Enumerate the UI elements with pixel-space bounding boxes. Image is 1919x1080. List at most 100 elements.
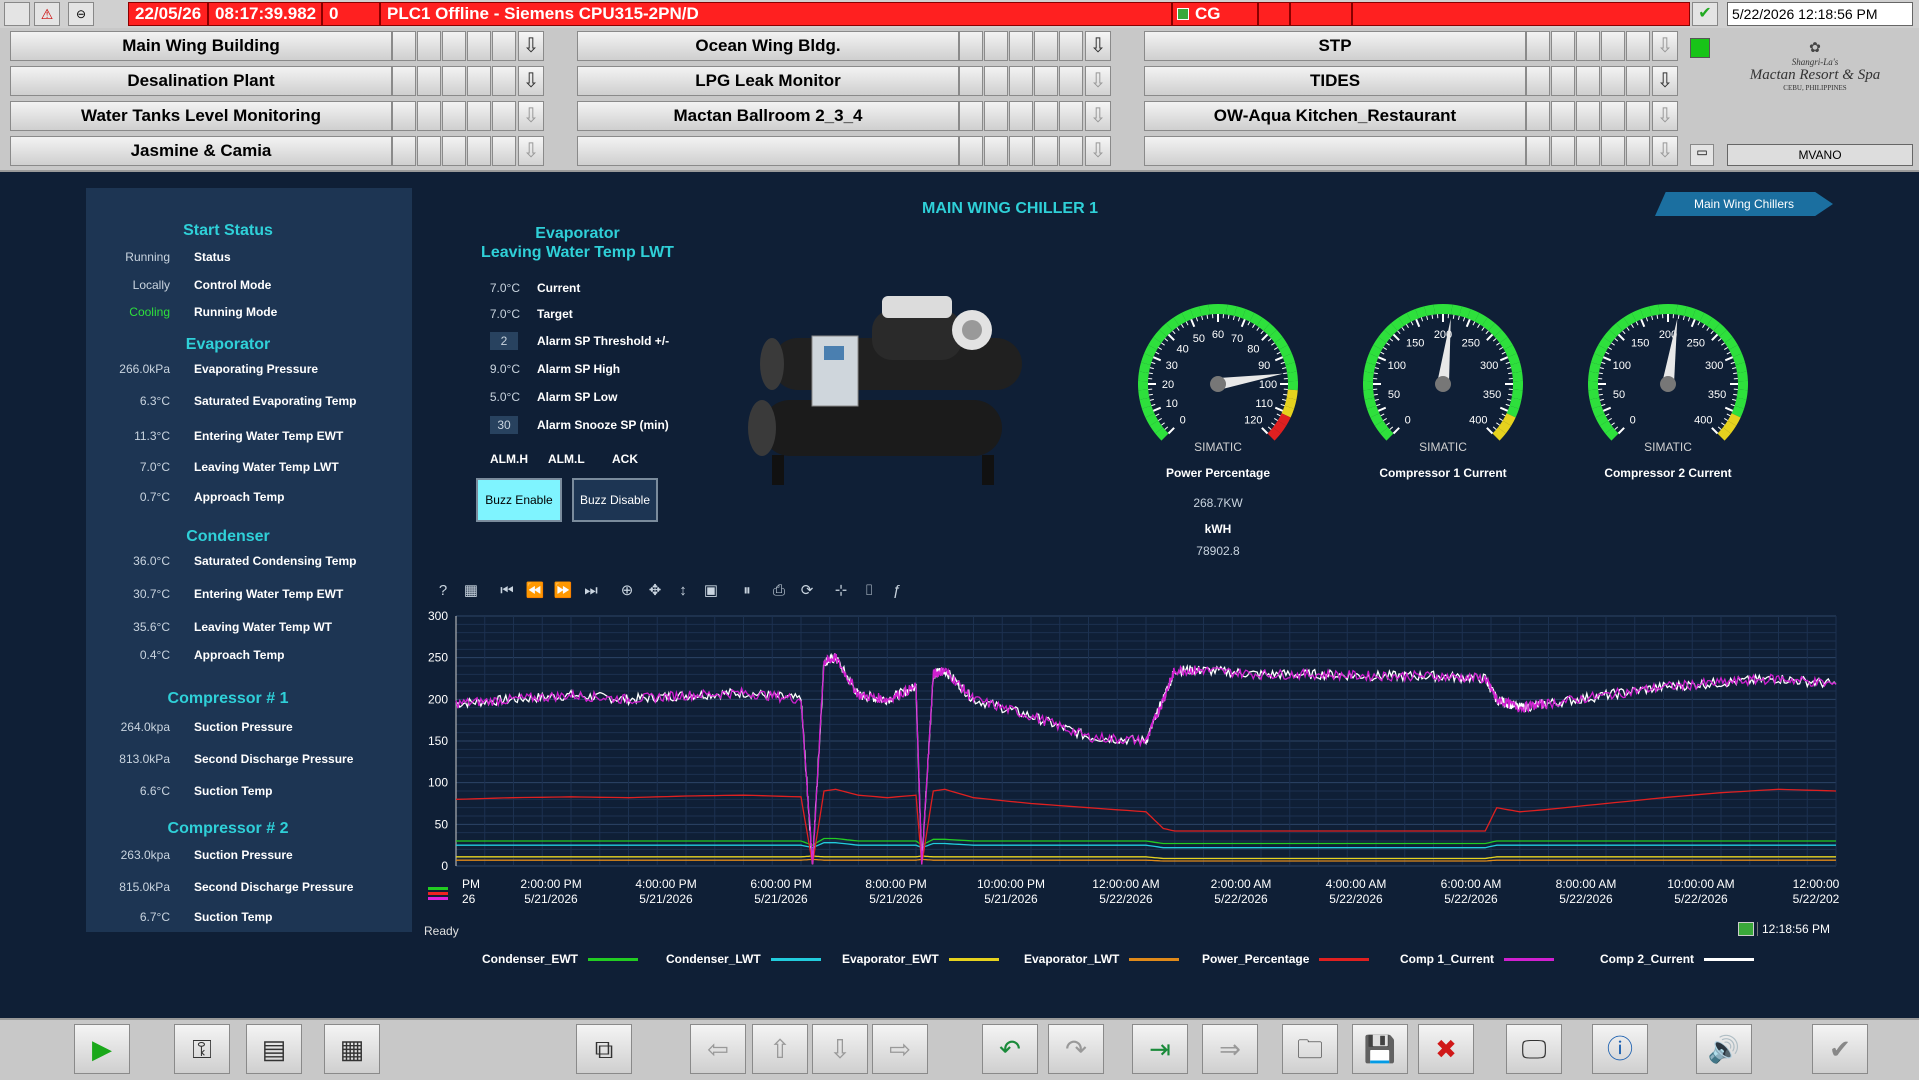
down-arrow-icon[interactable]: ⇩ [1652, 101, 1678, 131]
setpoint-input[interactable]: 2 [490, 332, 518, 350]
reset-zoom-icon[interactable]: ▣ [700, 580, 722, 602]
gauge-tick [1261, 427, 1269, 435]
print-icon[interactable]: ⎙ [768, 580, 790, 602]
gauge-band-segment [1208, 304, 1218, 315]
statistics-icon[interactable]: ƒ [886, 580, 908, 602]
evaporator-value: 266.0kPa [119, 362, 170, 376]
nav-button[interactable]: TIDES [1144, 66, 1526, 96]
nav-button[interactable]: Main Wing Building [10, 31, 392, 61]
nav-status-cell [1034, 101, 1058, 131]
sound-ack-icon[interactable]: 🔊 [1696, 1024, 1752, 1074]
redo-icon[interactable]: ↷ [1048, 1024, 1104, 1074]
exit-icon[interactable]: ✔ [1812, 1024, 1868, 1074]
save-icon[interactable]: 💾 [1352, 1024, 1408, 1074]
pause-icon[interactable]: ⏸ [736, 580, 758, 602]
alarm-log-icon[interactable] [4, 2, 30, 26]
buzz-enable-button[interactable]: Buzz Enable [476, 478, 562, 522]
ack-label[interactable]: ACK [612, 452, 638, 466]
import-icon[interactable]: ⇥ [1132, 1024, 1188, 1074]
axis-icon[interactable]: ↕ [672, 580, 694, 602]
forward-icon[interactable]: ⏩ [552, 580, 574, 602]
down-arrow-icon[interactable]: ⇩ [1085, 31, 1111, 61]
gauge-tick [1271, 342, 1275, 346]
last-icon[interactable]: ⏭ [580, 580, 602, 602]
down-arrow-icon[interactable]: ⇩ [812, 1024, 868, 1074]
y-tick-label: 50 [435, 817, 449, 831]
nav-button[interactable]: Desalination Plant [10, 66, 392, 96]
notepad-icon[interactable]: ▤ [246, 1024, 302, 1074]
down-arrow-icon[interactable]: ⇩ [1652, 31, 1678, 61]
nav-status-cell [392, 101, 416, 131]
nav-button[interactable]: Water Tanks Level Monitoring [10, 101, 392, 131]
right-arrow-icon[interactable]: ⇨ [872, 1024, 928, 1074]
minimize-icon[interactable]: ⊖ [68, 2, 94, 26]
report-icon[interactable]: ▦ [324, 1024, 380, 1074]
gauge-tick [1635, 321, 1639, 326]
down-arrow-icon[interactable]: ⇩ [518, 101, 544, 131]
screen-load-icon[interactable]: ⧉ [576, 1024, 632, 1074]
monitor-icon[interactable]: 🖵 [1506, 1024, 1562, 1074]
export-icon[interactable]: ⟳ [796, 580, 818, 602]
lwt-label: Current [537, 281, 581, 295]
undo-icon[interactable]: ↶ [982, 1024, 1038, 1074]
config-icon[interactable]: ▦ [460, 580, 482, 602]
nav-button[interactable]: Jasmine & Camia [10, 136, 392, 166]
evaporator-label: Saturated Evaporating Temp [194, 394, 357, 408]
gauge-tick-label: 150 [1406, 337, 1424, 349]
nav-button[interactable]: STP [1144, 31, 1526, 61]
trend-chart[interactable]: 050100150200250300PM262:00:00 PM5/21/202… [416, 606, 1846, 918]
down-arrow-icon[interactable]: ⇩ [518, 31, 544, 61]
info-icon[interactable]: ⓘ [1592, 1024, 1648, 1074]
nav-button[interactable]: OW-Aqua Kitchen_Restaurant [1144, 101, 1526, 131]
monitor-icon[interactable]: ▭ [1690, 144, 1714, 166]
down-arrow-icon[interactable]: ⇩ [518, 66, 544, 96]
nav-button[interactable]: LPG Leak Monitor [577, 66, 959, 96]
select-icon[interactable]: ⌷ [858, 580, 880, 602]
rewind-icon[interactable]: ⏪ [524, 580, 546, 602]
move-icon[interactable]: ✥ [644, 580, 666, 602]
nav-button[interactable] [1144, 136, 1526, 166]
down-arrow-icon[interactable]: ⇩ [1085, 136, 1111, 166]
buzz-disable-button[interactable]: Buzz Disable [572, 478, 658, 522]
setpoint-input[interactable]: 30 [490, 416, 518, 434]
key-icon[interactable]: ⚿ [174, 1024, 230, 1074]
series-legend-icon[interactable] [428, 884, 448, 904]
folder-icon[interactable]: 🗀 [1282, 1024, 1338, 1074]
zoom-icon[interactable]: ⊕ [616, 580, 638, 602]
down-arrow-icon[interactable]: ⇩ [1652, 66, 1678, 96]
nav-button[interactable]: Mactan Ballroom 2_3_4 [577, 101, 959, 131]
x-tick-date: 5/22/2026 [1559, 892, 1613, 906]
play-icon[interactable]: ▶ [74, 1024, 130, 1074]
left-arrow-icon[interactable]: ⇦ [690, 1024, 746, 1074]
gauge-tick-label: 40 [1177, 344, 1189, 356]
gauge-band-segment [1512, 371, 1523, 382]
down-arrow-icon[interactable]: ⇩ [1652, 136, 1678, 166]
up-arrow-icon[interactable]: ⇧ [752, 1024, 808, 1074]
down-arrow-icon[interactable]: ⇩ [1085, 66, 1111, 96]
nav-button[interactable]: Ocean Wing Bldg. [577, 31, 959, 61]
gauge-tick [1617, 333, 1625, 341]
gauge-tick [1601, 403, 1606, 407]
ruler-icon[interactable]: ⊹ [830, 580, 852, 602]
legend-item: Evaporator_LWT [1024, 952, 1180, 966]
export-icon[interactable]: ⇒ [1202, 1024, 1258, 1074]
first-icon[interactable]: ⏮ [496, 580, 518, 602]
gauge-tick [1602, 406, 1612, 412]
delete-icon[interactable]: ✖ [1418, 1024, 1474, 1074]
y-tick-label: 150 [428, 734, 448, 748]
gauge-tick [1420, 317, 1424, 322]
nav-button[interactable] [577, 136, 959, 166]
gauge-tick [1598, 393, 1603, 396]
gauge-tick [1496, 342, 1500, 346]
help-icon[interactable]: ? [432, 580, 454, 602]
x-tick-date: 5/21/2026 [754, 892, 808, 906]
nav-status-cell [1601, 66, 1625, 96]
gauge-tick-label: 0 [1405, 414, 1411, 426]
main-wing-chillers-tab[interactable]: Main Wing Chillers [1655, 192, 1833, 216]
acknowledge-icon[interactable]: ✔ [1692, 2, 1718, 26]
legend-item: Comp 1_Current [1400, 952, 1555, 966]
down-arrow-icon[interactable]: ⇩ [518, 136, 544, 166]
gauge-tick [1614, 338, 1619, 342]
down-arrow-icon[interactable]: ⇩ [1085, 101, 1111, 131]
warning-icon[interactable]: ⚠ [34, 2, 60, 26]
